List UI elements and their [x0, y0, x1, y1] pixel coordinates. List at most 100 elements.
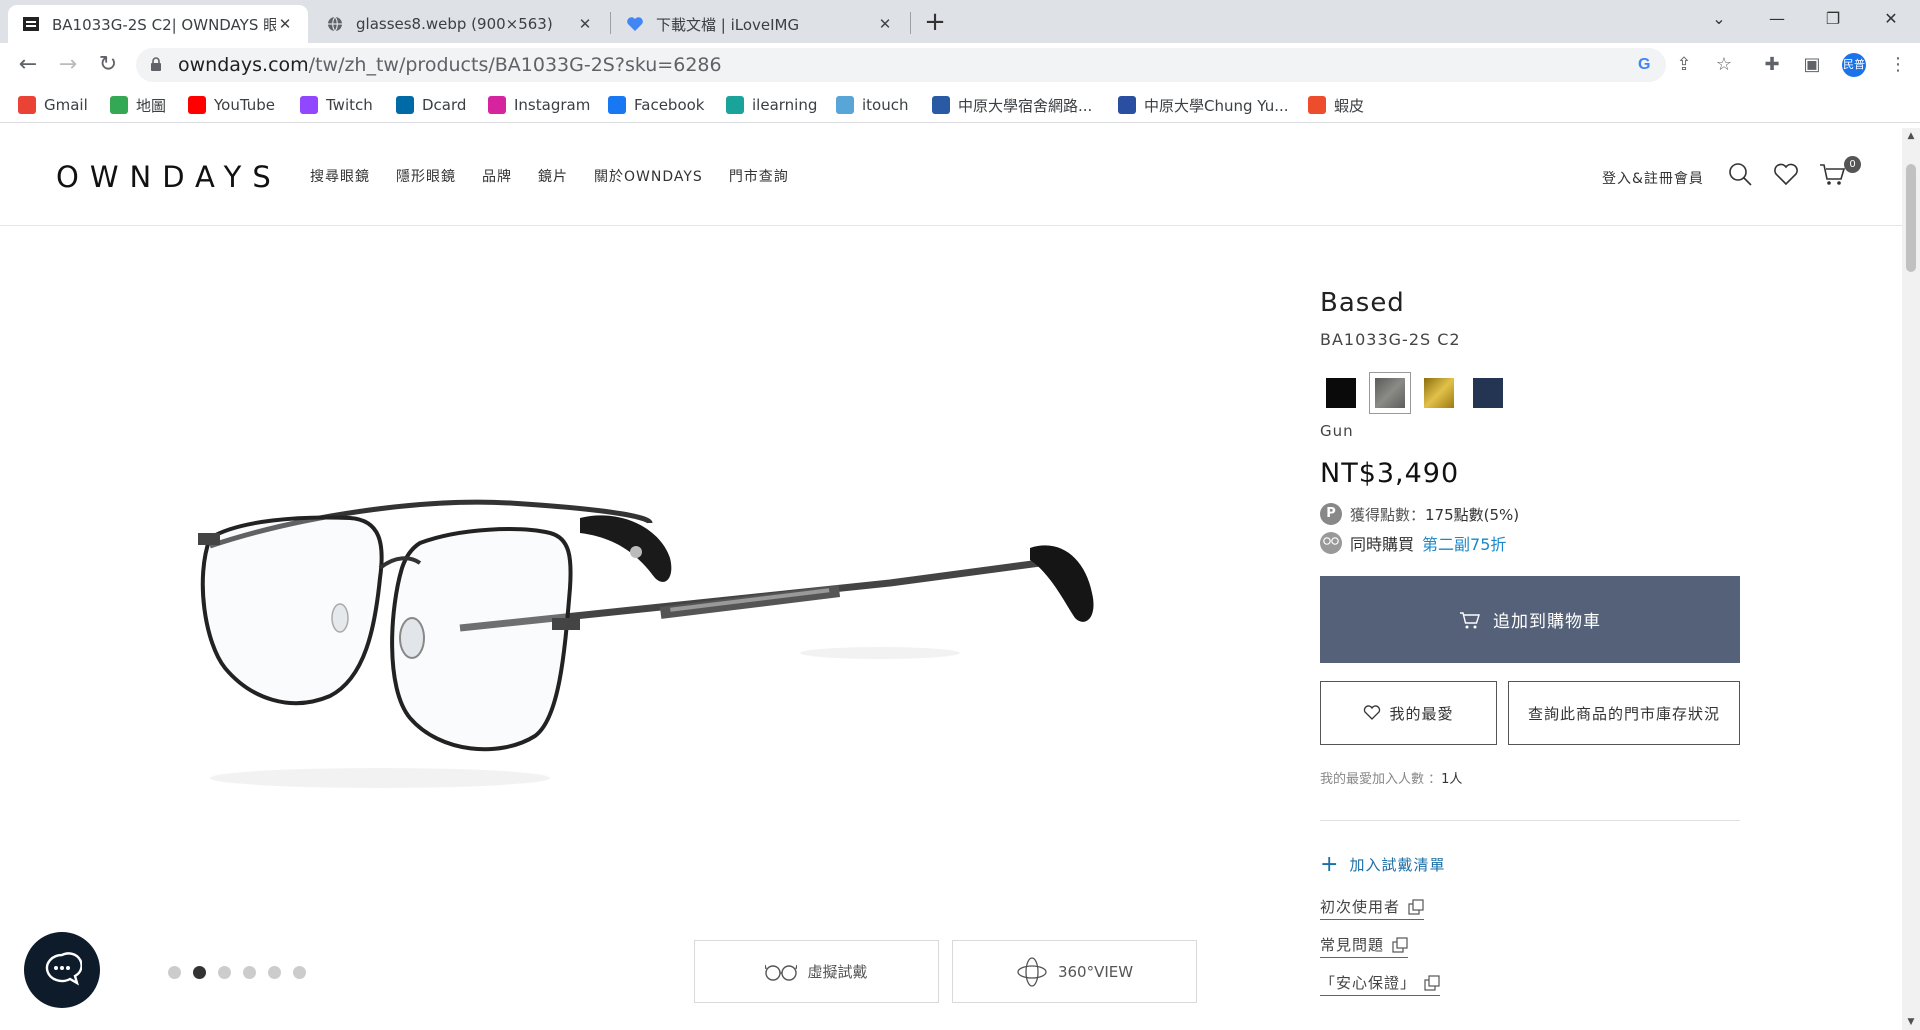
bookmark-maps[interactable]: 地圖	[110, 93, 166, 117]
site-header: OWNDAYS 搜尋眼鏡 隱形眼鏡 品牌 鏡片 關於OWNDAYS 門市查詢 登…	[0, 128, 1902, 226]
browser-tab-strip: BA1033G-2S C2| OWNDAYS 眼 ✕ glasses8.webp…	[0, 0, 1920, 43]
chat-bubble-icon	[45, 952, 82, 986]
main-nav: 搜尋眼鏡 隱形眼鏡 品牌 鏡片 關於OWNDAYS 門市查詢	[310, 166, 815, 186]
nav-contact-lenses[interactable]: 隱形眼鏡	[396, 166, 456, 186]
bookmark-label: 中原大學Chung Yu...	[1144, 96, 1289, 115]
bookmark-cycu[interactable]: 中原大學Chung Yu...	[1118, 93, 1289, 117]
dorm-icon	[932, 96, 950, 114]
points-label: 獲得點數：	[1350, 505, 1426, 524]
divider	[1320, 820, 1740, 821]
close-icon[interactable]: ✕	[276, 15, 294, 33]
guarantee-link[interactable]: 「安心保證」	[1320, 972, 1441, 996]
nav-about[interactable]: 關於OWNDAYS	[594, 166, 703, 186]
glasses-badge-icon	[1320, 532, 1342, 554]
bookmark-facebook[interactable]: Facebook	[608, 93, 704, 117]
store-stock-button[interactable]: 查詢此商品的門市庫存狀況	[1508, 681, 1740, 745]
second-pair-link[interactable]: 第二副75折	[1422, 531, 1506, 555]
heart-icon	[626, 15, 644, 33]
favorite-label: 我的最愛	[1389, 704, 1454, 723]
carousel-dot[interactable]	[193, 966, 206, 979]
product-main-image[interactable]	[180, 428, 1160, 868]
close-icon[interactable]: ✕	[876, 15, 894, 33]
add-favorite-button[interactable]: 我的最愛	[1320, 681, 1497, 745]
virtual-try-on-button[interactable]: 虛擬試戴	[694, 940, 939, 1003]
external-link-icon	[1392, 936, 1408, 953]
scrollbar-thumb[interactable]	[1906, 164, 1916, 272]
login-register-link[interactable]: 登入&註冊會員	[1602, 168, 1704, 188]
browser-tab-glasses[interactable]: glasses8.webp (900×563) ✕	[312, 5, 608, 43]
bookmark-dorm[interactable]: 中原大學宿舍網路...	[932, 93, 1092, 117]
add-try-on-list[interactable]: + 加入試戴清單	[1320, 853, 1445, 875]
points-info: P 獲得點數： 175點數(5%)	[1320, 503, 1519, 525]
nav-search-glasses[interactable]: 搜尋眼鏡	[310, 166, 370, 186]
google-translate-icon[interactable]: G	[1634, 54, 1656, 76]
nav-lenses[interactable]: 鏡片	[538, 166, 568, 186]
product-price: NT$3,490	[1320, 458, 1460, 489]
carousel-dot[interactable]	[293, 966, 306, 979]
address-bar[interactable]: owndays.com/tw/zh_tw/products/BA1033G-2S…	[136, 48, 1666, 82]
new-tab-plus-icon[interactable]: +	[920, 8, 950, 38]
360-view-button[interactable]: 360°VIEW	[952, 940, 1197, 1003]
close-icon[interactable]: ✕	[576, 15, 594, 33]
share-icon[interactable]: ⇪	[1672, 53, 1696, 77]
chat-support-button[interactable]	[24, 932, 100, 1008]
forward-arrow-icon[interactable]: →	[52, 49, 84, 81]
reload-icon[interactable]: ↻	[92, 49, 124, 81]
bookmark-label: 地圖	[136, 96, 167, 115]
tab-title: glasses8.webp (900×563)	[356, 15, 553, 33]
wishlist-heart-icon[interactable]	[1772, 160, 1800, 188]
first-time-user-link[interactable]: 初次使用者	[1320, 896, 1425, 920]
owndays-logo[interactable]: OWNDAYS	[56, 160, 282, 194]
carousel-dot[interactable]	[243, 966, 256, 979]
bookmarks-bar: Gmail 地圖 YouTube Twitch Dcard Instagram Facebo…	[0, 87, 1920, 123]
points-p-icon: P	[1320, 503, 1342, 525]
profile-avatar[interactable]: 民普	[1842, 53, 1866, 77]
scroll-up-arrow-icon[interactable]: ▲	[1902, 128, 1920, 144]
color-swatch-navy[interactable]	[1473, 378, 1503, 408]
page-scrollbar[interactable]: ▲ ▼	[1902, 128, 1920, 1030]
bookmark-youtube[interactable]: YouTube	[188, 93, 275, 117]
carousel-dot[interactable]	[268, 966, 281, 979]
window-close-icon[interactable]: ✕	[1874, 4, 1908, 34]
scroll-down-arrow-icon[interactable]: ▼	[1902, 1014, 1920, 1030]
color-swatch-gun[interactable]	[1375, 378, 1405, 408]
minimize-icon[interactable]: —	[1760, 4, 1794, 34]
tab-separator	[610, 12, 611, 34]
tab-search-chevron-icon[interactable]: ⌄	[1702, 4, 1736, 34]
extensions-puzzle-icon[interactable]: ✚	[1760, 53, 1784, 77]
back-arrow-icon[interactable]: ←	[12, 49, 44, 81]
browser-tab-iloveimg[interactable]: 下載文檔 | iLoveIMG ✕	[612, 5, 908, 43]
add-to-cart-button[interactable]: 追加到購物車	[1320, 576, 1740, 663]
cycu-icon	[1118, 96, 1136, 114]
side-panel-icon[interactable]: ▣	[1800, 53, 1824, 77]
color-swatch-gold[interactable]	[1424, 378, 1454, 408]
carousel-dot[interactable]	[168, 966, 181, 979]
owndays-favicon-icon	[22, 15, 40, 33]
bookmark-shopee[interactable]: 蝦皮	[1308, 93, 1364, 117]
browser-tab-owndays[interactable]: BA1033G-2S C2| OWNDAYS 眼 ✕	[8, 5, 308, 43]
restore-icon[interactable]: ❐	[1816, 4, 1850, 34]
svg-text:G: G	[1638, 56, 1650, 72]
bookmark-star-icon[interactable]: ☆	[1712, 53, 1736, 77]
bookmark-instagram[interactable]: Instagram	[488, 93, 590, 117]
color-swatch-black[interactable]	[1326, 378, 1356, 408]
shopping-cart-icon[interactable]	[1818, 160, 1846, 188]
lock-icon	[150, 57, 162, 76]
nav-brands[interactable]: 品牌	[482, 166, 512, 186]
selected-color-name: Gun	[1320, 422, 1354, 440]
search-icon[interactable]	[1726, 160, 1754, 188]
favorite-count-label: 我的最愛加入人數 ：	[1320, 772, 1442, 787]
bookmark-gmail[interactable]: Gmail	[18, 93, 88, 117]
bookmark-dcard[interactable]: Dcard	[396, 93, 466, 117]
url-text: owndays.com/tw/zh_tw/products/BA1033G-2S…	[178, 48, 722, 82]
bookmark-ilearning[interactable]: ilearning	[726, 93, 817, 117]
carousel-dot[interactable]	[218, 966, 231, 979]
more-menu-icon[interactable]: ⋮	[1886, 53, 1910, 77]
link-label: 「安心保證」	[1320, 974, 1417, 992]
maps-icon	[110, 96, 128, 114]
external-link-icon	[1408, 898, 1424, 915]
faq-link[interactable]: 常見問題	[1320, 934, 1409, 958]
nav-store-locator[interactable]: 門市查詢	[729, 166, 789, 186]
bookmark-itouch[interactable]: itouch	[836, 93, 909, 117]
bookmark-twitch[interactable]: Twitch	[300, 93, 373, 117]
